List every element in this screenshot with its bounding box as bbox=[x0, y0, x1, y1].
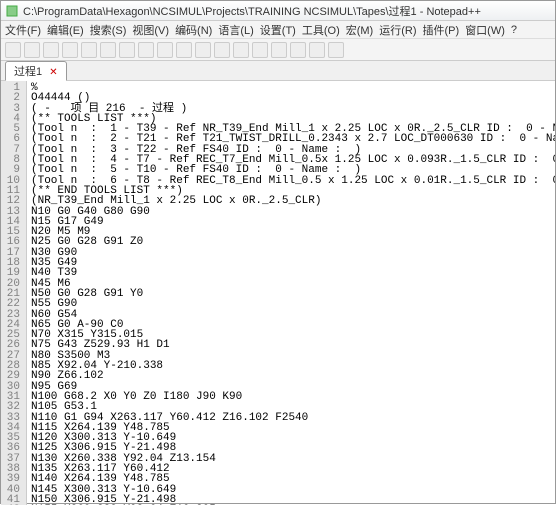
toolbar-copy-icon[interactable] bbox=[138, 42, 154, 58]
menu-encoding[interactable]: 编码(N) bbox=[175, 22, 212, 38]
menu-language[interactable]: 语言(L) bbox=[218, 22, 253, 38]
toolbar-find-icon[interactable] bbox=[214, 42, 230, 58]
code-line[interactable]: N90 Z66.102 bbox=[31, 371, 555, 381]
menu-run[interactable]: 运行(R) bbox=[379, 22, 416, 38]
line-number: 22 bbox=[5, 299, 20, 309]
toolbar-wrap-icon[interactable] bbox=[290, 42, 306, 58]
code-line[interactable]: N55 G90 bbox=[31, 299, 555, 309]
code-line[interactable]: N50 G0 G28 G91 Y0 bbox=[31, 289, 555, 299]
tab-file[interactable]: 过程1 ✕ bbox=[5, 61, 67, 81]
menu-help[interactable]: ? bbox=[511, 24, 517, 36]
code-line[interactable]: N40 T39 bbox=[31, 268, 555, 278]
app-icon bbox=[5, 4, 19, 18]
menu-search[interactable]: 搜索(S) bbox=[90, 22, 127, 38]
menu-tools[interactable]: 工具(O) bbox=[302, 22, 340, 38]
code-line[interactable]: N15 G17 G49 bbox=[31, 217, 555, 227]
code-content[interactable]: %O44444 ()( - 项 目 216 - 过程 )(** TOOLS LI… bbox=[27, 81, 555, 505]
toolbar-zoomin-icon[interactable] bbox=[252, 42, 268, 58]
code-line[interactable]: N105 G53.1 bbox=[31, 402, 555, 412]
toolbar-paste-icon[interactable] bbox=[157, 42, 173, 58]
menu-plugins[interactable]: 插件(P) bbox=[423, 22, 460, 38]
toolbar-record-icon[interactable] bbox=[309, 42, 325, 58]
menu-file[interactable]: 文件(F) bbox=[5, 22, 41, 38]
tab-close-icon[interactable]: ✕ bbox=[49, 67, 57, 78]
toolbar-close-icon[interactable] bbox=[81, 42, 97, 58]
code-line[interactable]: N10 G0 G40 G80 G90 bbox=[31, 207, 555, 217]
toolbar-redo-icon[interactable] bbox=[195, 42, 211, 58]
toolbar-cut-icon[interactable] bbox=[119, 42, 135, 58]
code-line[interactable]: N85 X92.04 Y-210.338 bbox=[31, 361, 555, 371]
code-line[interactable]: N30 G90 bbox=[31, 248, 555, 258]
line-number: 32 bbox=[5, 402, 20, 412]
code-line[interactable]: N100 G68.2 X0 Y0 Z0 I180 J90 K90 bbox=[31, 392, 555, 402]
editor-area[interactable]: 1234567891011121314151617181920212223242… bbox=[1, 81, 555, 505]
toolbar-zoomout-icon[interactable] bbox=[271, 42, 287, 58]
menu-view[interactable]: 视图(V) bbox=[132, 22, 169, 38]
toolbar-open-icon[interactable] bbox=[24, 42, 40, 58]
window-title: C:\ProgramData\Hexagon\NCSIMUL\Projects\… bbox=[23, 3, 481, 19]
toolbar-undo-icon[interactable] bbox=[176, 42, 192, 58]
menu-window[interactable]: 窗口(W) bbox=[465, 22, 505, 38]
toolbar-replace-icon[interactable] bbox=[233, 42, 249, 58]
menu-settings[interactable]: 设置(T) bbox=[260, 22, 296, 38]
toolbar-new-icon[interactable] bbox=[5, 42, 21, 58]
toolbar-play-icon[interactable] bbox=[328, 42, 344, 58]
tab-label: 过程1 bbox=[14, 66, 42, 78]
menu-bar: 文件(F) 编辑(E) 搜索(S) 视图(V) 编码(N) 语言(L) 设置(T… bbox=[1, 21, 555, 39]
toolbar bbox=[1, 39, 555, 61]
toolbar-print-icon[interactable] bbox=[100, 42, 116, 58]
code-line[interactable]: % bbox=[31, 83, 555, 93]
menu-macro[interactable]: 宏(M) bbox=[346, 22, 374, 38]
tab-bar: 过程1 ✕ bbox=[1, 61, 555, 81]
title-bar: C:\ProgramData\Hexagon\NCSIMUL\Projects\… bbox=[1, 1, 555, 21]
menu-edit[interactable]: 编辑(E) bbox=[47, 22, 84, 38]
code-line[interactable]: N35 G49 bbox=[31, 258, 555, 268]
line-number-gutter: 1234567891011121314151617181920212223242… bbox=[1, 81, 27, 505]
toolbar-save-icon[interactable] bbox=[43, 42, 59, 58]
toolbar-saveall-icon[interactable] bbox=[62, 42, 78, 58]
code-line[interactable]: N25 G0 G28 G91 Z0 bbox=[31, 237, 555, 247]
